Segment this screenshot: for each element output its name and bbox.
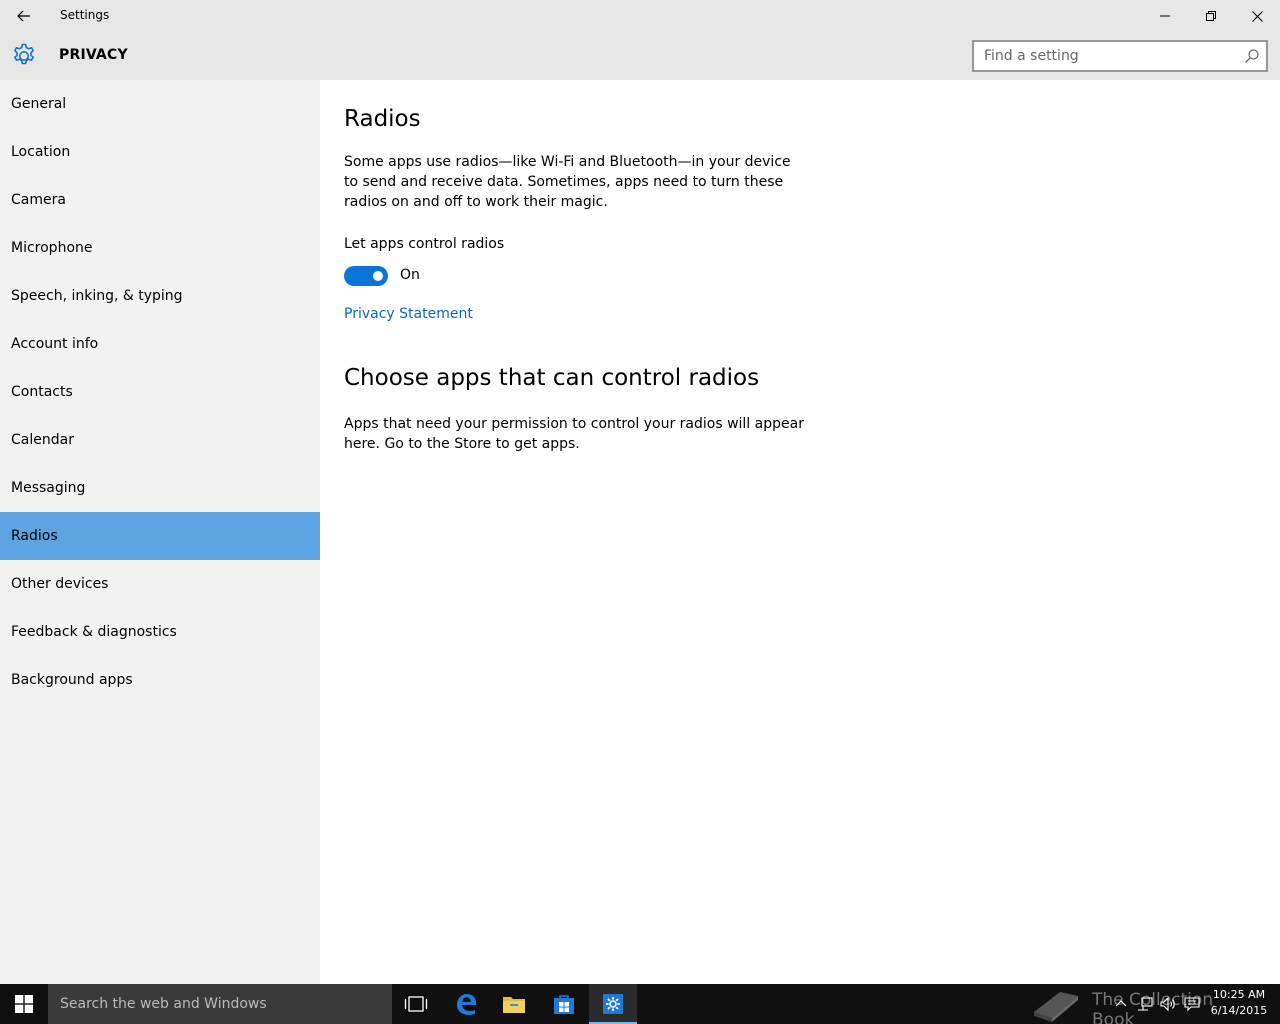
sidebar-item-feedback[interactable]: Feedback & diagnostics (0, 608, 320, 656)
windows-logo-icon (15, 995, 33, 1013)
clock-date: 6/14/2015 (1210, 1004, 1268, 1017)
sidebar: General Location Camera Microphone Speec… (0, 80, 320, 984)
radios-description: Some apps use radios—like Wi-Fi and Blue… (344, 154, 791, 210)
task-view-button[interactable] (392, 984, 440, 1024)
file-explorer-button[interactable] (490, 984, 538, 1024)
search-input[interactable] (974, 42, 1234, 70)
clock-time: 10:25 AM (1212, 988, 1266, 1001)
file-explorer-icon (503, 997, 525, 1013)
apps-description: Apps that need your permission to contro… (344, 416, 804, 452)
taskbar-clock[interactable]: 10:25 AM 6/14/2015 (1206, 987, 1272, 1019)
title-bar: Settings (0, 0, 1280, 32)
sidebar-item-general[interactable]: General (0, 80, 320, 128)
edge-button[interactable] (442, 984, 490, 1024)
back-button[interactable] (8, 0, 40, 32)
sidebar-item-camera[interactable]: Camera (0, 176, 320, 224)
task-view-icon (404, 996, 428, 1012)
start-button[interactable] (0, 984, 48, 1024)
sidebar-item-microphone[interactable]: Microphone (0, 224, 320, 272)
gear-icon (13, 43, 35, 65)
toggle-label: Let apps control radios (344, 236, 505, 252)
privacy-statement-link[interactable]: Privacy Statement (344, 306, 473, 322)
minimize-icon (1160, 15, 1170, 17)
store-button[interactable] (540, 984, 588, 1024)
sidebar-item-other-devices[interactable]: Other devices (0, 560, 320, 608)
find-setting-search[interactable] (972, 40, 1268, 72)
book-logo-icon (1034, 992, 1078, 1022)
taskbar-search-box[interactable]: Search the web and Windows (48, 984, 392, 1024)
sidebar-item-messaging[interactable]: Messaging (0, 464, 320, 512)
settings-header: PRIVACY (0, 32, 1280, 80)
radios-toggle-switch[interactable] (344, 266, 388, 286)
edge-icon (457, 994, 476, 1015)
restore-icon (1206, 11, 1216, 21)
section-title: PRIVACY (59, 47, 128, 63)
search-icon[interactable] (1244, 48, 1260, 64)
close-button[interactable] (1234, 0, 1280, 32)
action-center-icon[interactable] (1184, 996, 1200, 1012)
network-icon[interactable] (1137, 996, 1153, 1012)
store-icon (554, 995, 574, 1014)
close-icon (1251, 10, 1263, 22)
chevron-up-icon[interactable] (1113, 996, 1129, 1012)
settings-icon (603, 994, 623, 1014)
sidebar-item-location[interactable]: Location (0, 128, 320, 176)
sidebar-item-account-info[interactable]: Account info (0, 320, 320, 368)
sidebar-item-calendar[interactable]: Calendar (0, 416, 320, 464)
toggle-knob (373, 271, 383, 281)
restore-button[interactable] (1188, 0, 1234, 32)
taskbar: Search the web and Windows The Collectio… (0, 984, 1280, 1024)
back-arrow-icon (17, 10, 30, 22)
toggle-state-text: On (400, 267, 420, 283)
volume-icon[interactable] (1160, 996, 1176, 1012)
sidebar-item-speech[interactable]: Speech, inking, & typing (0, 272, 320, 320)
sidebar-item-background-apps[interactable]: Background apps (0, 656, 320, 704)
section-heading: Choose apps that can control radios (344, 365, 760, 391)
page-title: Radios (344, 106, 421, 132)
settings-taskbar-button[interactable] (589, 984, 637, 1024)
sidebar-item-radios[interactable]: Radios (0, 512, 320, 560)
sidebar-item-contacts[interactable]: Contacts (0, 368, 320, 416)
minimize-button[interactable] (1142, 0, 1188, 32)
main-content: Radios Some apps use radios—like Wi-Fi a… (320, 80, 1280, 984)
window-title: Settings (60, 8, 110, 22)
